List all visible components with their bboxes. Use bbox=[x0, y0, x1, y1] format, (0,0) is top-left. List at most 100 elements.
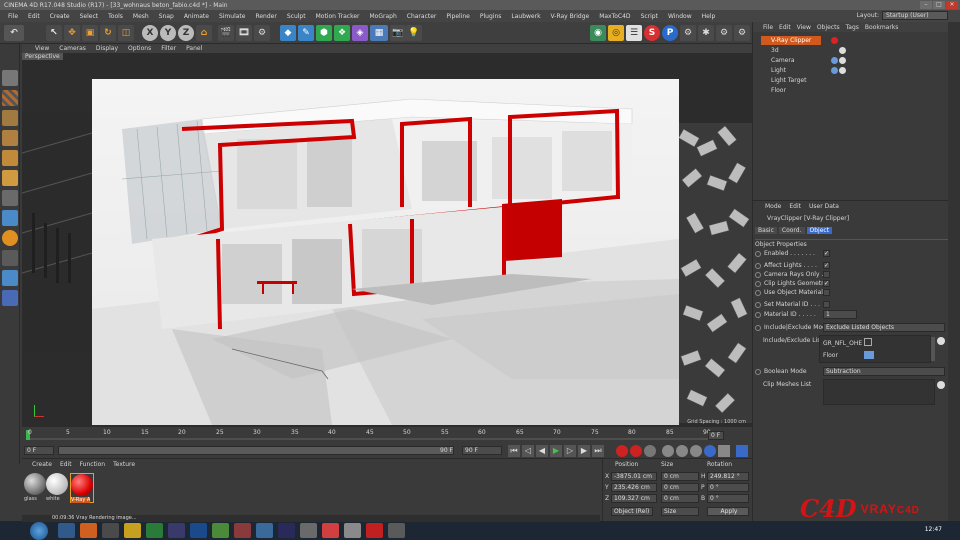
affect-lights-checkbox[interactable]: ✓ bbox=[823, 262, 830, 269]
menu-pipeline[interactable]: Pipeline bbox=[441, 13, 474, 20]
menu-create[interactable]: Create bbox=[45, 13, 75, 20]
cube-icon[interactable]: ◆ bbox=[280, 25, 296, 41]
snap-icon[interactable] bbox=[2, 230, 18, 246]
size-mode-dropdown[interactable]: Size bbox=[661, 507, 699, 516]
menu-edit[interactable]: Edit bbox=[23, 13, 45, 20]
viewport-menu-view[interactable]: View bbox=[30, 45, 54, 52]
size-z-field[interactable]: 0 cm bbox=[661, 494, 699, 503]
objects-menu-file[interactable]: File bbox=[763, 24, 773, 31]
render-view-icon[interactable]: 🎬 bbox=[218, 25, 234, 41]
prop-enabled[interactable]: Enabled . . . . . . . bbox=[755, 249, 815, 258]
undo-icon[interactable]: ↶ bbox=[4, 25, 24, 41]
position-key-icon[interactable] bbox=[662, 445, 674, 457]
menu-sculpt[interactable]: Sculpt bbox=[282, 13, 311, 20]
taskbar-app-1[interactable] bbox=[58, 523, 75, 538]
prev-key-icon[interactable]: ◁ bbox=[522, 445, 534, 457]
material-menu-function[interactable]: Function bbox=[80, 461, 106, 468]
keyframe-selection-icon[interactable] bbox=[644, 445, 656, 457]
taskbar-app-7[interactable] bbox=[190, 523, 207, 538]
clip-lights-geometry-checkbox[interactable]: ✓ bbox=[823, 280, 830, 287]
vray-icon-4[interactable]: S bbox=[644, 25, 660, 41]
vray-icon-2[interactable]: ◎ bbox=[608, 25, 624, 41]
workplane-icon[interactable] bbox=[2, 250, 18, 266]
scale-key-icon[interactable] bbox=[676, 445, 688, 457]
light-target-tag-icon[interactable] bbox=[831, 67, 838, 74]
animation-radio-icon[interactable] bbox=[755, 311, 761, 318]
maximize-icon[interactable]: □ bbox=[933, 1, 945, 9]
layout-dropdown[interactable]: Startup (User) bbox=[882, 11, 948, 20]
material-tag-icon[interactable] bbox=[839, 47, 846, 54]
pla-key-icon[interactable] bbox=[718, 445, 730, 457]
list-item[interactable]: Floor bbox=[823, 352, 838, 359]
viewport-menu-display[interactable]: Display bbox=[91, 45, 123, 52]
prop-use-object-material[interactable]: Use Object Material . bbox=[755, 288, 827, 297]
clip-list-options-icon[interactable] bbox=[937, 381, 945, 389]
menu-character[interactable]: Character bbox=[402, 13, 442, 20]
animation-radio-icon[interactable] bbox=[755, 368, 761, 375]
texture-mode-icon[interactable] bbox=[2, 90, 18, 106]
list-scrollbar[interactable] bbox=[931, 337, 935, 361]
start-button-icon[interactable] bbox=[30, 521, 48, 540]
set-material-id-checkbox[interactable] bbox=[823, 301, 830, 308]
animation-radio-icon[interactable] bbox=[755, 250, 761, 257]
camera-icon[interactable]: 📷 bbox=[390, 25, 406, 41]
deformer-icon[interactable]: ◈ bbox=[352, 25, 368, 41]
record-keys-icon[interactable] bbox=[616, 445, 628, 457]
boolean-mode-dropdown[interactable]: Subtraction bbox=[823, 367, 945, 376]
menu-vray-bridge[interactable]: V-Ray Bridge bbox=[546, 13, 595, 20]
objects-menu-objects[interactable]: Objects bbox=[817, 24, 840, 31]
menu-motion-tracker[interactable]: Motion Tracker bbox=[311, 13, 365, 20]
vray-icon-1[interactable]: ◉ bbox=[590, 25, 606, 41]
objects-menu-edit[interactable]: Edit bbox=[779, 24, 791, 31]
close-icon[interactable]: ✕ bbox=[946, 1, 958, 9]
material-menu-texture[interactable]: Texture bbox=[113, 461, 135, 468]
list-item[interactable]: GR_NFL_OHE bbox=[823, 340, 862, 347]
material-id-field[interactable]: 1 bbox=[823, 310, 857, 319]
menu-window[interactable]: Window bbox=[663, 13, 697, 20]
material-swatch-vray[interactable]: V-Ray A bbox=[70, 473, 94, 503]
enabled-checkbox[interactable]: ✓ bbox=[823, 250, 830, 257]
object-row-light-target[interactable]: Light Target bbox=[761, 76, 821, 85]
prop-boolean-mode[interactable]: Boolean Mode bbox=[755, 367, 807, 376]
light-phong-tag-icon[interactable] bbox=[839, 67, 846, 74]
object-row-floor[interactable]: Floor bbox=[761, 86, 821, 95]
make-editable-icon[interactable] bbox=[2, 70, 18, 86]
viewport-menu-cameras[interactable]: Cameras bbox=[54, 45, 91, 52]
taskbar-app-11[interactable] bbox=[278, 523, 295, 538]
pen-spline-icon[interactable]: ✎ bbox=[298, 25, 314, 41]
scale-icon[interactable]: ▣ bbox=[82, 25, 98, 41]
object-row-3d[interactable]: 3d bbox=[761, 46, 821, 55]
animation-radio-icon[interactable] bbox=[755, 301, 761, 308]
z-axis-icon[interactable]: Z bbox=[178, 25, 194, 41]
menu-tools[interactable]: Tools bbox=[103, 13, 128, 20]
menu-laubwerk[interactable]: Laubwerk bbox=[506, 13, 545, 20]
vray-icon-7[interactable]: ✱ bbox=[698, 25, 714, 41]
prop-material-id[interactable]: Material ID . . . . . bbox=[755, 310, 816, 319]
object-row-light[interactable]: Light bbox=[761, 66, 821, 75]
attributes-menu-mode[interactable]: Mode bbox=[765, 203, 781, 210]
move-icon[interactable]: ✥ bbox=[64, 25, 80, 41]
preview-range-slider[interactable] bbox=[58, 446, 454, 455]
tab-coord[interactable]: Coord. bbox=[778, 227, 805, 234]
menu-snap[interactable]: Snap bbox=[154, 13, 179, 20]
x-axis-icon[interactable]: X bbox=[142, 25, 158, 41]
points-mode-icon[interactable] bbox=[2, 130, 18, 146]
menu-maxtoc4d[interactable]: MaxToC4D bbox=[594, 13, 635, 20]
rotate-icon[interactable]: ↻ bbox=[100, 25, 116, 41]
vray-icon-6[interactable]: ⚙ bbox=[680, 25, 696, 41]
taskbar-app-6[interactable] bbox=[168, 523, 185, 538]
prop-affect-lights[interactable]: Affect Lights . . . . bbox=[755, 261, 817, 270]
vray-icon-3[interactable]: ☰ bbox=[626, 25, 642, 41]
menu-mesh[interactable]: Mesh bbox=[128, 13, 154, 20]
next-frame-icon[interactable]: ▷ bbox=[564, 445, 576, 457]
rotation-key-icon[interactable] bbox=[690, 445, 702, 457]
param-key-icon[interactable] bbox=[704, 445, 716, 457]
light-tag-icon[interactable] bbox=[839, 57, 846, 64]
taskbar-app-3[interactable] bbox=[102, 523, 119, 538]
viewport-menu-options[interactable]: Options bbox=[123, 45, 156, 52]
taskbar-app-4[interactable] bbox=[124, 523, 141, 538]
prop-camera-rays-only[interactable]: Camera Rays Only . bbox=[755, 270, 823, 279]
viewport-menu-filter[interactable]: Filter bbox=[156, 45, 181, 52]
edges-mode-icon[interactable] bbox=[2, 150, 18, 166]
include-exclude-list[interactable]: GR_NFL_OHE Floor bbox=[819, 335, 931, 363]
